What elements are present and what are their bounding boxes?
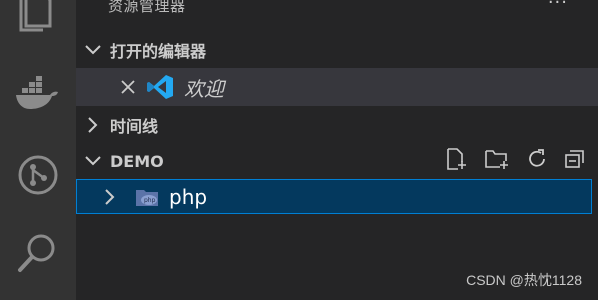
files-icon[interactable]	[0, 0, 76, 36]
workspace-header[interactable]: DEMO	[76, 143, 598, 179]
collapse-all-icon[interactable]	[564, 148, 586, 174]
activity-bar	[0, 0, 76, 300]
explorer-title-bar: 资源管理器 ···	[76, 0, 598, 20]
folder-row-php[interactable]: php php	[76, 179, 592, 214]
search-icon[interactable]	[0, 232, 76, 274]
close-icon[interactable]	[120, 79, 138, 95]
timeline-header[interactable]: 时间线	[76, 107, 598, 143]
source-control-icon[interactable]	[0, 154, 76, 196]
docker-icon[interactable]	[0, 76, 76, 110]
timeline-label: 时间线	[110, 117, 159, 136]
workspace-actions	[446, 143, 586, 179]
editor-tab-name: 欢迎	[184, 76, 224, 101]
vscode-icon	[146, 73, 174, 101]
explorer-sidebar: 资源管理器 ··· 打开的编辑器 欢迎 时间线 DEMO php php CSD…	[76, 0, 598, 300]
folder-name: php	[169, 184, 208, 209]
new-file-icon[interactable]	[446, 147, 468, 175]
refresh-icon[interactable]	[526, 148, 548, 174]
php-folder-icon: php	[135, 187, 159, 207]
svg-text:php: php	[144, 197, 156, 204]
chevron-right-icon	[76, 117, 110, 133]
watermark: CSDN @热忱1128	[466, 272, 582, 288]
chevron-right-icon	[105, 188, 125, 205]
open-editors-label: 打开的编辑器	[110, 42, 207, 61]
chevron-down-icon	[76, 156, 110, 166]
chevron-down-icon	[76, 45, 110, 55]
open-editor-item[interactable]: 欢迎	[76, 68, 598, 106]
open-editors-header[interactable]: 打开的编辑器	[76, 32, 598, 68]
workspace-label: DEMO	[110, 151, 164, 171]
explorer-title: 资源管理器	[108, 0, 186, 15]
more-actions-icon[interactable]: ···	[548, 0, 568, 13]
new-folder-icon[interactable]	[484, 147, 510, 175]
